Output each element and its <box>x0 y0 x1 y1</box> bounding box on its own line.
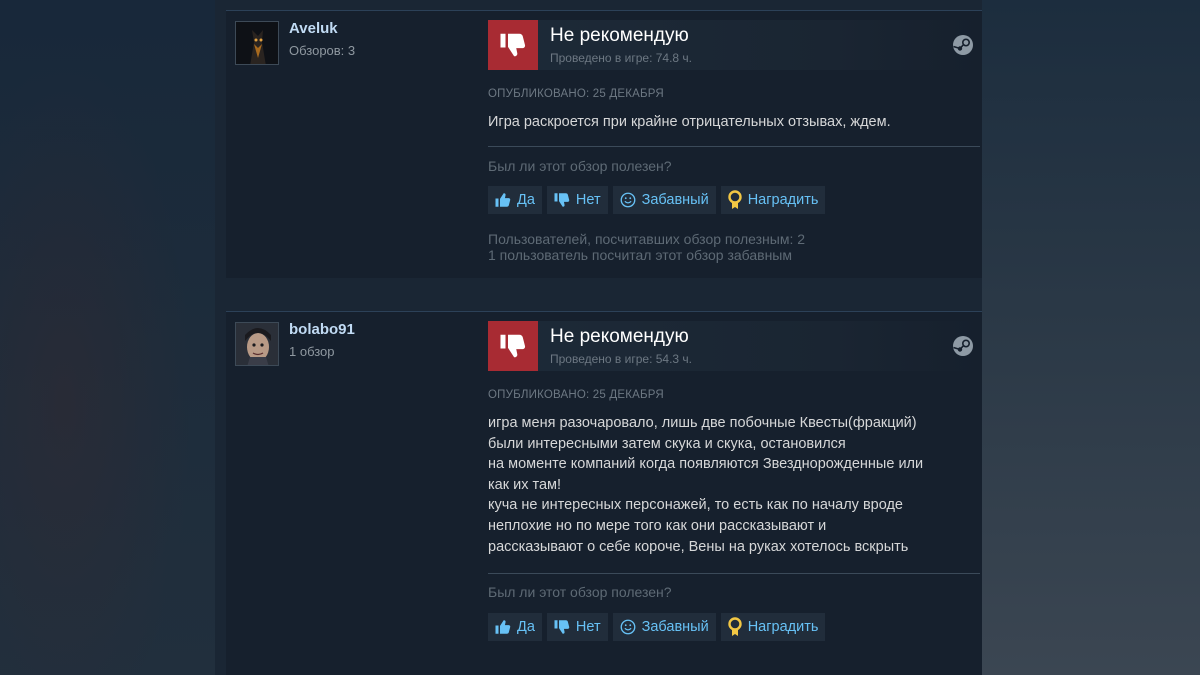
divider <box>488 146 980 147</box>
page-background-right <box>982 0 1200 675</box>
award-medal-icon <box>727 617 742 636</box>
smiley-icon <box>620 192 636 208</box>
thumbs-down-icon <box>554 193 570 207</box>
award-medal-icon <box>727 190 742 209</box>
vote-no-label: Нет <box>575 619 601 635</box>
review-body-line: рассказывают о себе короче, Вены на рука… <box>488 538 909 555</box>
award-label: Наградить <box>747 192 819 208</box>
review-verdict: Не рекомендую <box>550 326 689 347</box>
vote-funny-label: Забавный <box>641 192 709 208</box>
review-body-line: на моменте компаний когда появляются Зве… <box>488 456 924 473</box>
posted-date: ОПУБЛИКОВАНО: 25 ДЕКАБРЯ <box>488 389 664 401</box>
thumbs-up-icon <box>495 620 511 634</box>
review-body-line: неплохие но по мере того как они рассказ… <box>488 517 827 534</box>
award-button[interactable]: Наградить <box>720 186 826 214</box>
vote-buttons: Да Нет Забавный Наградить <box>488 613 826 641</box>
vote-funny-button[interactable]: Забавный <box>612 613 716 641</box>
vote-yes-label: Да <box>517 192 535 208</box>
review-verdict: Не рекомендую <box>550 25 689 46</box>
vote-header[interactable]: Не рекомендую Проведено в игре: 74.8 ч. <box>488 20 980 70</box>
vote-funny-label: Забавный <box>641 619 709 635</box>
review-author-count[interactable]: 1 обзор <box>289 344 335 359</box>
review-author-count[interactable]: Обзоров: 3 <box>289 43 355 58</box>
vote-yes-button[interactable]: Да <box>488 186 542 214</box>
smiley-icon <box>620 619 636 635</box>
page-background-left <box>0 0 215 675</box>
vote-header[interactable]: Не рекомендую Проведено в игре: 54.3 ч. <box>488 321 980 371</box>
review-card: Aveluk Обзоров: 3 Не рекомендую Проведен… <box>226 10 982 278</box>
thumbs-down-icon <box>488 20 538 70</box>
vote-no-button[interactable]: Нет <box>546 186 608 214</box>
funny-count-text: 1 пользователь посчитал этот обзор забав… <box>488 247 792 263</box>
thumbs-up-icon <box>495 193 511 207</box>
review-card: bolabo91 1 обзор Не рекомендую Проведено… <box>226 311 982 675</box>
thumbs-down-icon <box>488 321 538 371</box>
playtime: Проведено в игре: 74.8 ч. <box>550 51 693 65</box>
review-body: Игра раскроется при крайне отрицательных… <box>488 112 978 133</box>
review-body-line: были интересными затем скука и скука, ос… <box>488 435 846 452</box>
review-author-name[interactable]: bolabo91 <box>289 321 355 338</box>
avatar[interactable] <box>235 21 279 65</box>
vote-yes-button[interactable]: Да <box>488 613 542 641</box>
vote-yes-label: Да <box>517 619 535 635</box>
review-stats: Пользователей, посчитавших обзор полезны… <box>488 231 805 263</box>
vote-funny-button[interactable]: Забавный <box>612 186 716 214</box>
playtime: Проведено в игре: 54.3 ч. <box>550 352 693 366</box>
helpful-question: Был ли этот обзор полезен? <box>488 158 672 174</box>
steam-icon <box>952 34 974 56</box>
helpful-question: Был ли этот обзор полезен? <box>488 584 672 600</box>
vote-buttons: Да Нет Забавный Наградить <box>488 186 826 214</box>
review-body: игра меня разочаровало, лишь две побочны… <box>488 413 978 557</box>
award-label: Наградить <box>747 619 819 635</box>
vote-no-label: Нет <box>575 192 601 208</box>
review-body-line: Игра раскроется при крайне отрицательных… <box>488 114 891 130</box>
vote-no-button[interactable]: Нет <box>546 613 608 641</box>
review-body-line: как их там! <box>488 476 562 493</box>
review-body-line: игра меня разочаровало, лишь две побочны… <box>488 415 917 431</box>
avatar[interactable] <box>235 322 279 366</box>
award-button[interactable]: Наградить <box>720 613 826 641</box>
thumbs-down-icon <box>554 620 570 634</box>
steam-icon <box>952 335 974 357</box>
review-author-name[interactable]: Aveluk <box>289 20 338 37</box>
posted-date: ОПУБЛИКОВАНО: 25 ДЕКАБРЯ <box>488 88 664 100</box>
divider <box>488 573 980 574</box>
review-body-line: куча не интересных персонажей, то есть к… <box>488 497 903 514</box>
helpful-count-text: Пользователей, посчитавших обзор полезны… <box>488 231 806 247</box>
